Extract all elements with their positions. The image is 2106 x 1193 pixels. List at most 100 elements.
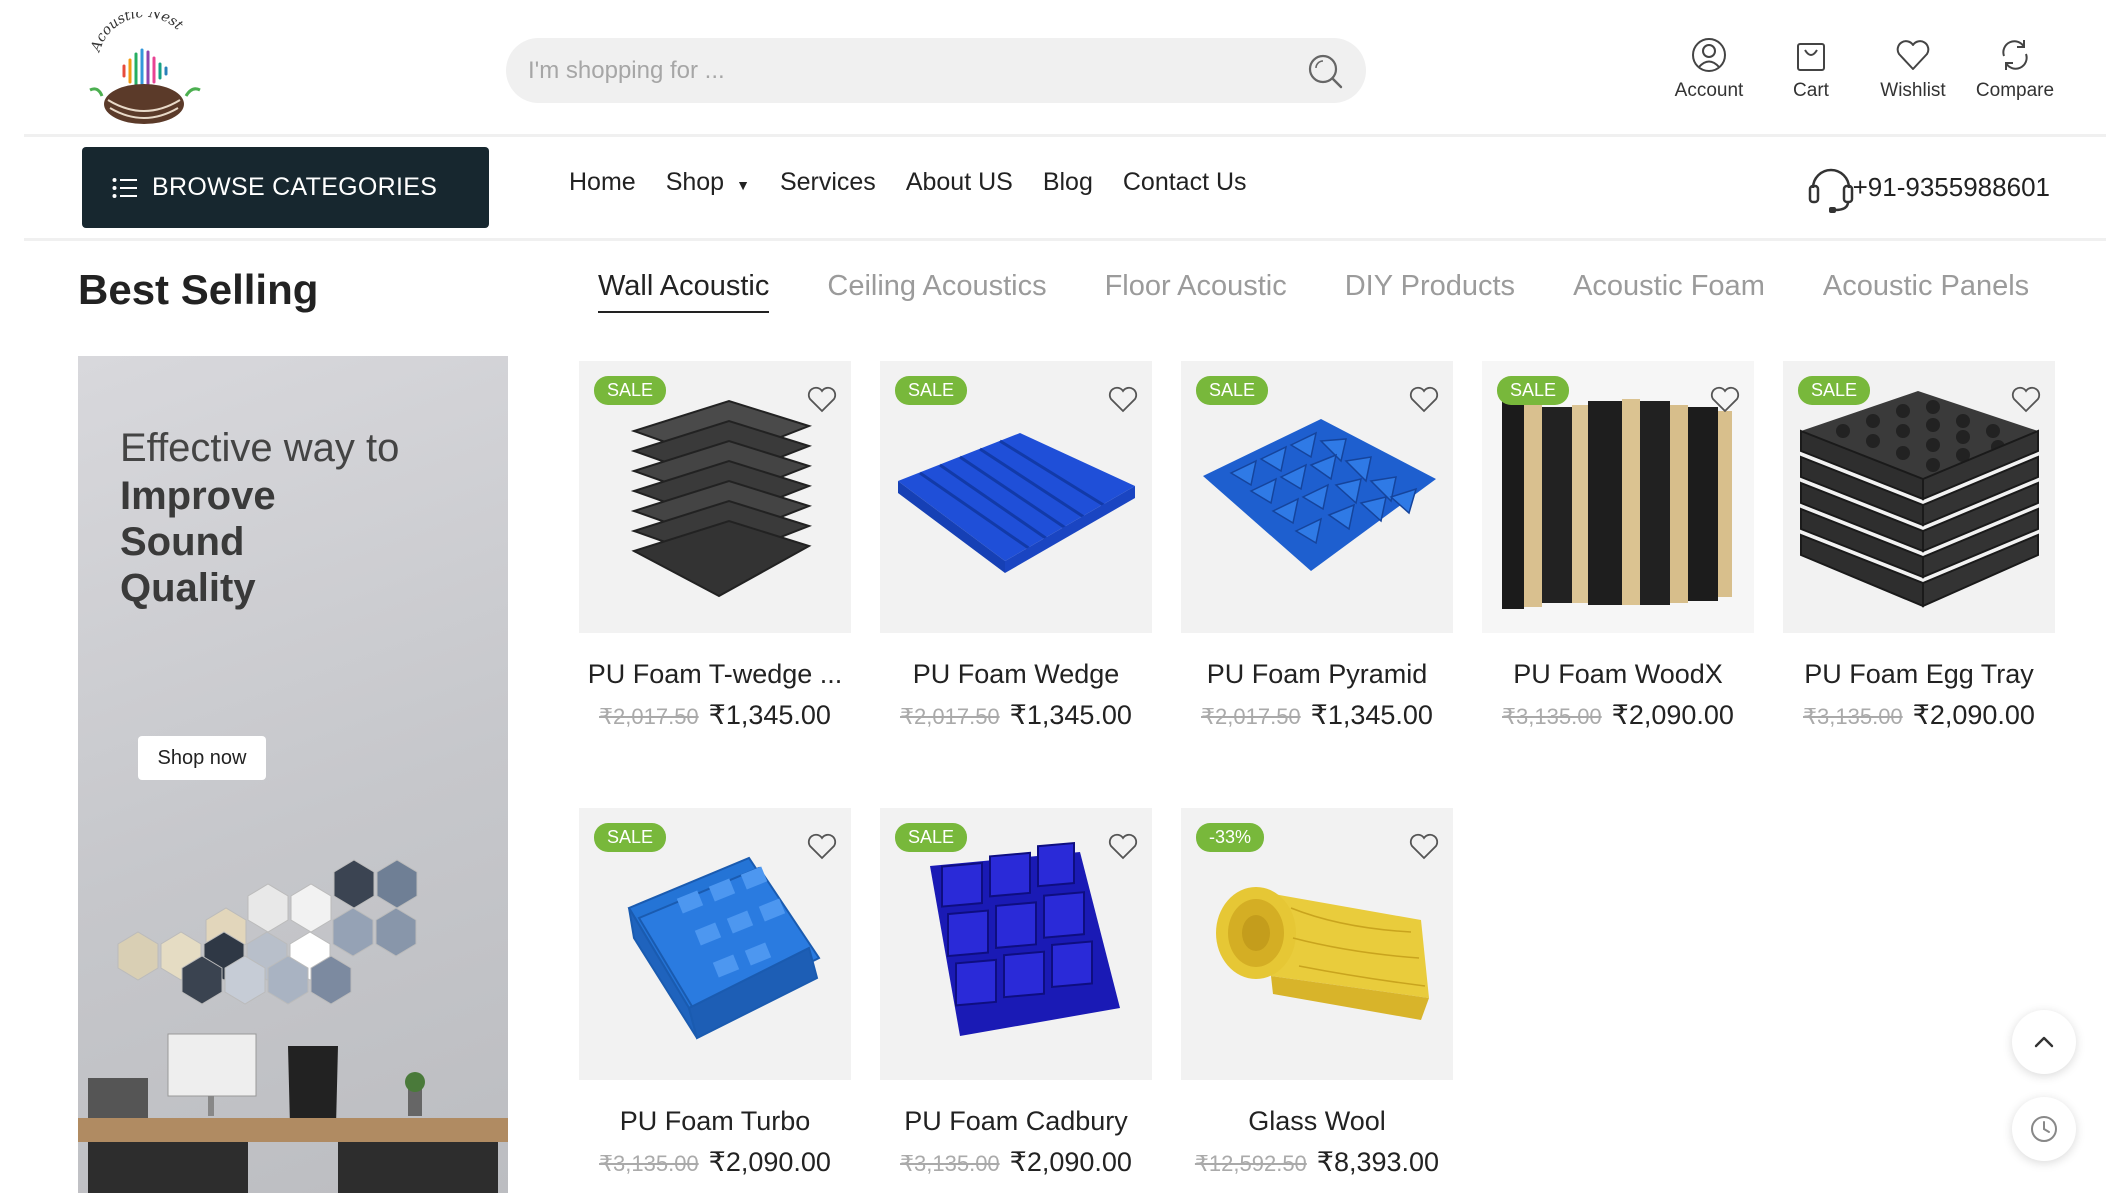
- shop-now-button[interactable]: Shop now: [138, 736, 266, 780]
- wishlist-link[interactable]: Wishlist: [1862, 36, 1964, 102]
- caret-down-icon: ▼: [736, 177, 750, 193]
- product-image-link[interactable]: SALE: [1482, 361, 1754, 633]
- recently-viewed-button[interactable]: [2012, 1097, 2076, 1161]
- compare-link[interactable]: Compare: [1964, 36, 2066, 102]
- main-nav: Home Shop ▼ Services About US Blog Contac…: [569, 168, 1277, 197]
- product-name[interactable]: PU Foam Egg Tray: [1783, 659, 2055, 690]
- tab-floor-acoustic[interactable]: Floor Acoustic: [1105, 270, 1287, 313]
- sale-badge: SALE: [1196, 376, 1269, 405]
- product-image-link[interactable]: SALE: [1181, 361, 1453, 633]
- product-price: ₹3,135.00 ₹2,090.00: [1482, 700, 1754, 731]
- product-image-link[interactable]: SALE: [579, 808, 851, 1080]
- tab-wall-acoustic[interactable]: Wall Acoustic: [598, 270, 770, 313]
- heart-icon[interactable]: [1108, 385, 1138, 413]
- heart-icon[interactable]: [1108, 832, 1138, 860]
- clock-icon: [2031, 1116, 2057, 1142]
- headset-icon: [1808, 168, 1853, 213]
- heart-icon[interactable]: [807, 385, 837, 413]
- section-title: Best Selling: [78, 266, 319, 313]
- tab-diy-products[interactable]: DIY Products: [1345, 270, 1515, 313]
- product-card[interactable]: SALE PU Foam Wedge ₹2,017.50 ₹1,345.00: [880, 361, 1152, 731]
- header-divider: [24, 134, 2106, 137]
- product-card[interactable]: SALE PU Foam T-wedge ... ₹2,017.50 ₹1,345…: [579, 361, 851, 731]
- header-actions: Account Cart Wishlist Compare: [1658, 36, 2066, 102]
- sale-price: ₹8,393.00: [1316, 1147, 1440, 1177]
- browse-categories-label: BROWSE CATEGORIES: [152, 173, 438, 201]
- cart-icon: [1797, 43, 1825, 71]
- nav-shop-label: Shop: [665, 168, 725, 196]
- product-image-link[interactable]: SALE: [880, 361, 1152, 633]
- promo-banner[interactable]: Effective way to Improve Sound Quality S…: [78, 356, 508, 1193]
- sale-badge: SALE: [594, 823, 667, 852]
- product-card[interactable]: SALE PU Foam Turbo ₹3,135.00 ₹2,090.00: [579, 808, 851, 1178]
- product-name[interactable]: PU Foam Cadbury: [880, 1106, 1152, 1137]
- search-input[interactable]: [528, 38, 1288, 103]
- nav-home[interactable]: Home: [569, 168, 636, 197]
- heart-icon[interactable]: [1710, 385, 1740, 413]
- nav-divider: [24, 238, 2106, 241]
- phone-number: +91-9355988601: [1852, 171, 2050, 202]
- product-image-link[interactable]: -33%: [1181, 808, 1453, 1080]
- product-name[interactable]: PU Foam T-wedge ...: [579, 659, 851, 690]
- compare-label: Compare: [1975, 80, 2055, 101]
- product-image-link[interactable]: SALE: [1783, 361, 2055, 633]
- old-price: ₹3,135.00: [900, 1151, 1000, 1176]
- product-image-link[interactable]: SALE: [880, 808, 1152, 1080]
- product-price: ₹2,017.50 ₹1,345.00: [880, 700, 1152, 731]
- product-name[interactable]: Glass Wool: [1181, 1106, 1453, 1137]
- product-name[interactable]: PU Foam Wedge: [880, 659, 1152, 690]
- product-card[interactable]: -33% Glass Wool ₹12,592.50 ₹8,393.00: [1181, 808, 1453, 1178]
- sale-badge: SALE: [1798, 376, 1871, 405]
- product-card[interactable]: SALE PU Foam Cadbury ₹3,135.00 ₹2,090.00: [880, 808, 1152, 1178]
- product-card[interactable]: SALE PU Foam Egg Tray ₹3,135.00 ₹2,090.00: [1783, 361, 2055, 731]
- tab-ceiling-acoustics[interactable]: Ceiling Acoustics: [827, 270, 1046, 313]
- cart-link[interactable]: Cart: [1760, 36, 1862, 102]
- account-icon: [1692, 38, 1726, 72]
- svg-text:Acoustic Nest: Acoustic Nest: [87, 12, 186, 56]
- sale-price: ₹1,345.00: [1009, 700, 1132, 730]
- list-icon: [112, 177, 137, 198]
- product-name[interactable]: PU Foam WoodX: [1482, 659, 1754, 690]
- product-card[interactable]: SALE PU Foam Pyramid ₹2,017.50 ₹1,345.00: [1181, 361, 1453, 731]
- old-price: ₹12,592.50: [1194, 1151, 1307, 1176]
- product-name[interactable]: PU Foam Pyramid: [1181, 659, 1453, 690]
- browse-categories-button[interactable]: BROWSE CATEGORIES: [82, 147, 489, 228]
- old-price: ₹3,135.00: [1502, 704, 1602, 729]
- search-icon[interactable]: [1306, 52, 1344, 90]
- office-scene-image: [78, 859, 508, 1193]
- sale-price: ₹2,090.00: [1912, 700, 2035, 730]
- heart-icon[interactable]: [807, 832, 837, 860]
- search-bar: [506, 38, 1366, 103]
- old-price: ₹2,017.50: [900, 704, 1000, 729]
- product-image-link[interactable]: SALE: [579, 361, 851, 633]
- scroll-to-top-button[interactable]: [2012, 1010, 2076, 1074]
- sale-badge: SALE: [895, 823, 968, 852]
- account-link[interactable]: Account: [1658, 36, 1760, 102]
- category-tabs: Wall Acoustic Ceiling Acoustics Floor Ac…: [598, 270, 2029, 313]
- sale-price: ₹2,090.00: [1611, 700, 1734, 730]
- product-card[interactable]: SALE PU Foam WoodX ₹3,135.00 ₹2,090.00: [1482, 361, 1754, 731]
- wishlist-icon: [1896, 40, 1930, 70]
- product-price: ₹3,135.00 ₹2,090.00: [1783, 700, 2055, 731]
- sale-price: ₹2,090.00: [1009, 1147, 1132, 1177]
- product-name[interactable]: PU Foam Turbo: [579, 1106, 851, 1137]
- nav-shop[interactable]: Shop ▼: [666, 168, 750, 197]
- tab-acoustic-foam[interactable]: Acoustic Foam: [1573, 270, 1765, 313]
- banner-line-1: Effective way to: [120, 426, 400, 470]
- old-price: ₹3,135.00: [599, 1151, 699, 1176]
- phone-contact[interactable]: +91-9355988601: [1805, 158, 2050, 216]
- heart-icon[interactable]: [1409, 385, 1439, 413]
- old-price: ₹2,017.50: [599, 704, 699, 729]
- compare-icon: [2002, 40, 2028, 70]
- nav-contact[interactable]: Contact Us: [1123, 168, 1247, 197]
- sale-badge: SALE: [594, 376, 667, 405]
- wishlist-label: Wishlist: [1880, 80, 1946, 101]
- nav-services[interactable]: Services: [780, 168, 876, 197]
- tab-acoustic-panels[interactable]: Acoustic Panels: [1823, 270, 2029, 313]
- site-logo[interactable]: Acoustic Nest: [80, 12, 210, 130]
- sale-price: ₹1,345.00: [1310, 700, 1433, 730]
- heart-icon[interactable]: [2011, 385, 2041, 413]
- heart-icon[interactable]: [1409, 832, 1439, 860]
- nav-blog[interactable]: Blog: [1043, 168, 1093, 197]
- nav-about[interactable]: About US: [906, 168, 1013, 197]
